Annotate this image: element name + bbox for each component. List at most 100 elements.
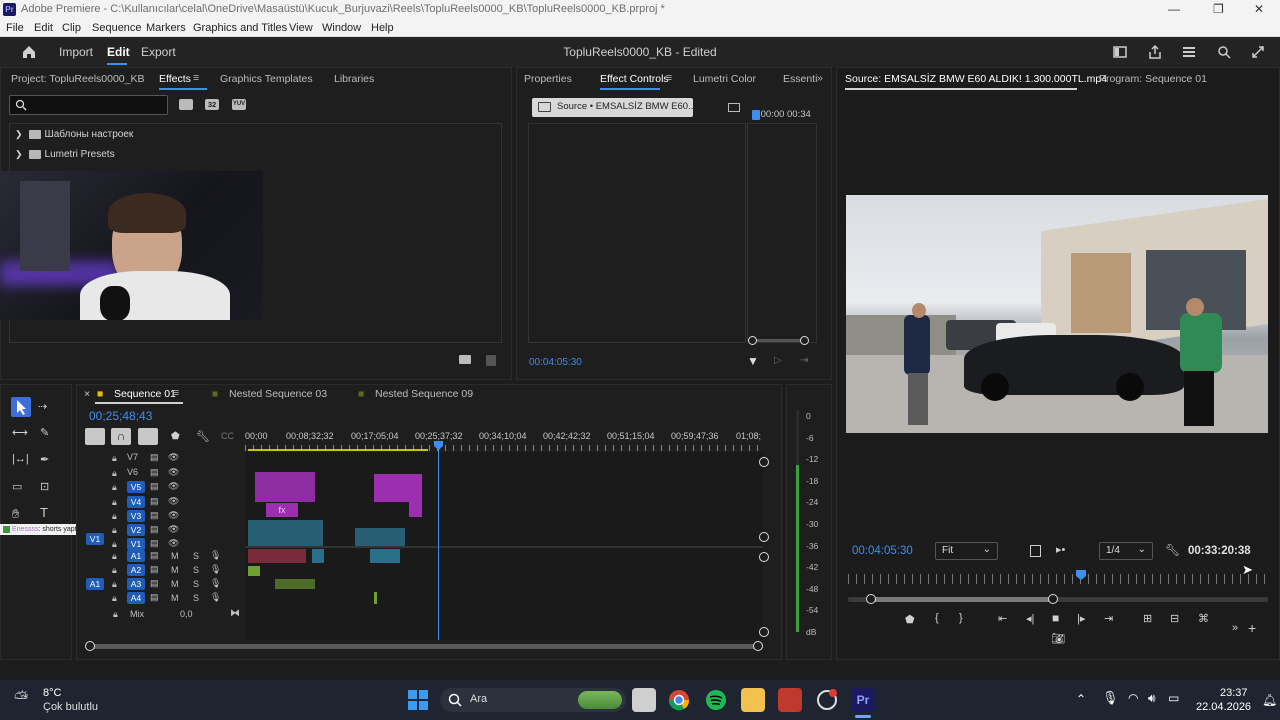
menu-clip[interactable]: Clip [62, 22, 81, 34]
source-zoom-bar[interactable] [848, 594, 1268, 604]
eye-icon[interactable]: 👁︎ [168, 496, 179, 507]
hand-tool-icon[interactable]: ✋︎ [12, 506, 19, 522]
file-explorer-icon[interactable] [741, 688, 765, 712]
workspaces-icon[interactable] [1181, 44, 1197, 60]
track-label[interactable]: A2 [127, 564, 145, 576]
sync-icon[interactable]: ▤ [150, 467, 159, 478]
clip-a1-c[interactable] [370, 549, 400, 563]
mini-playhead[interactable] [752, 110, 760, 120]
timeline-settings-icon[interactable]: 🔧︎ [196, 430, 210, 443]
close-tab-icon[interactable]: × [84, 388, 90, 400]
razor-tool-icon[interactable]: ✎ [40, 426, 49, 439]
mute-button[interactable]: M [171, 593, 179, 603]
mix-value[interactable]: 0,0 [180, 609, 193, 619]
eye-icon[interactable]: 👁︎ [168, 510, 179, 521]
resolution-dropdown[interactable]: 1/4 ⌄ [1099, 542, 1153, 560]
tab-effect-controls[interactable]: Effect Controls [600, 73, 669, 85]
timeline-zoom-bar[interactable] [85, 641, 765, 651]
sync-icon[interactable]: ▤ [150, 481, 159, 492]
play-audio-icon[interactable]: ▷ [774, 355, 782, 366]
add-marker-icon[interactable]: ⬟ [905, 613, 915, 626]
go-to-in-icon[interactable]: ⇤ [998, 612, 1007, 625]
more-buttons-icon[interactable]: » [1232, 622, 1238, 634]
effect-controls-menu-icon[interactable]: ≡ [666, 72, 672, 84]
selection-tool-icon[interactable] [11, 397, 31, 417]
tab-project[interactable]: Project: TopluReels0000_KB [11, 73, 144, 85]
type-tool-icon[interactable]: T [40, 505, 48, 520]
snap-icon[interactable]: ∩ [111, 428, 131, 445]
clock-time[interactable]: 23:37 [1220, 687, 1248, 699]
step-forward-icon[interactable]: |▸ [1077, 612, 1085, 625]
maximize-icon[interactable]: ❐ [1213, 2, 1224, 16]
sync-icon[interactable]: ▤ [150, 510, 159, 521]
menu-file[interactable]: File [6, 22, 24, 34]
sync-icon[interactable]: ▤ [150, 578, 159, 589]
track-label[interactable]: V3 [127, 510, 145, 522]
premiere-taskbar-icon[interactable]: Pr [851, 688, 875, 712]
drag-video-icon[interactable]: ▸• [1056, 543, 1065, 556]
home-icon[interactable] [21, 44, 37, 60]
show-timeline-icon[interactable] [728, 103, 740, 112]
nav-edit[interactable]: Edit [107, 45, 130, 59]
eye-icon[interactable]: 👁︎ [168, 538, 179, 549]
lock-icon[interactable]: 🔒︎ [112, 511, 117, 522]
pen-tool-icon[interactable]: ✒ [40, 453, 49, 466]
fullscreen-icon[interactable] [1250, 44, 1266, 60]
sync-icon[interactable]: ▤ [150, 538, 159, 549]
microphone-icon[interactable]: 🎙︎ [210, 550, 221, 561]
camera-icon[interactable]: 📷︎ [1051, 632, 1065, 645]
menu-markers[interactable]: Markers [146, 22, 186, 34]
eye-icon[interactable]: 👁︎ [168, 452, 179, 463]
track-label[interactable]: V5 [127, 481, 145, 493]
tab-sequence-01[interactable]: Sequence 01 [114, 388, 176, 400]
rectangle-tool-icon[interactable]: ▭ [12, 480, 22, 493]
voicemeeter-icon[interactable] [778, 688, 802, 712]
weather-desc[interactable]: Çok bulutlu [43, 701, 98, 713]
lock-icon[interactable]: 🔒︎ [112, 551, 117, 562]
menu-view[interactable]: View [289, 22, 313, 34]
lock-icon[interactable]: 🔒︎ [112, 539, 117, 550]
lock-icon[interactable]: 🔒︎ [112, 579, 117, 590]
tab-nested-09[interactable]: Nested Sequence 09 [375, 388, 473, 400]
eye-icon[interactable]: 👁︎ [168, 524, 179, 535]
clip-v5-b[interactable] [374, 474, 422, 502]
video-scroll-top[interactable] [759, 457, 769, 467]
track-label[interactable]: A1 [127, 550, 145, 562]
source-patch-a1[interactable]: A1 [86, 578, 104, 590]
filter-icon[interactable]: ▼ [747, 354, 759, 368]
weather-temp[interactable]: 8°C [43, 687, 61, 699]
clip-a4[interactable] [374, 592, 377, 604]
chrome-icon[interactable] [667, 688, 691, 712]
sync-icon[interactable]: ▤ [150, 452, 159, 463]
tab-lumetri-color[interactable]: Lumetri Color [693, 73, 756, 85]
app-icon[interactable] [815, 688, 839, 712]
step-back-icon[interactable]: ◂| [1026, 612, 1034, 625]
clip-v1-b[interactable] [355, 528, 405, 546]
solo-button[interactable]: S [193, 565, 199, 575]
mark-out-icon[interactable]: } [959, 612, 963, 624]
sync-icon[interactable]: ▤ [150, 592, 159, 603]
nav-import[interactable]: Import [59, 45, 93, 59]
delete-icon[interactable] [486, 355, 496, 366]
track-label[interactable]: V1 [127, 538, 145, 550]
new-bin-icon[interactable] [459, 355, 471, 364]
mark-in-icon[interactable]: { [935, 612, 939, 624]
lock-icon[interactable]: 🔒︎ [112, 482, 117, 493]
panel-layout-icon[interactable] [1112, 44, 1128, 60]
clip-a1-b[interactable] [312, 549, 324, 563]
minimize-icon[interactable]: — [1168, 2, 1180, 16]
video-scroll-bottom[interactable] [759, 532, 769, 542]
ripple-edit-tool-icon[interactable]: ⟷ [12, 426, 28, 439]
windows-start-icon[interactable] [406, 688, 430, 712]
go-to-out-icon[interactable]: ⇥ [1104, 612, 1113, 625]
task-view-icon[interactable] [632, 688, 656, 712]
clock-date[interactable]: 22.04.2026 [1196, 701, 1251, 713]
menu-edit[interactable]: Edit [34, 22, 53, 34]
solo-button[interactable]: S [193, 593, 199, 603]
clip-a2[interactable] [248, 566, 260, 576]
tab-program[interactable]: Program: Sequence 01 [1099, 73, 1207, 85]
microphone-icon[interactable]: 🎙︎ [210, 592, 221, 603]
yuv-effects-icon[interactable]: YUV [232, 99, 246, 110]
audio-scroll-top[interactable] [759, 552, 769, 562]
clip-v4[interactable] [409, 500, 422, 517]
